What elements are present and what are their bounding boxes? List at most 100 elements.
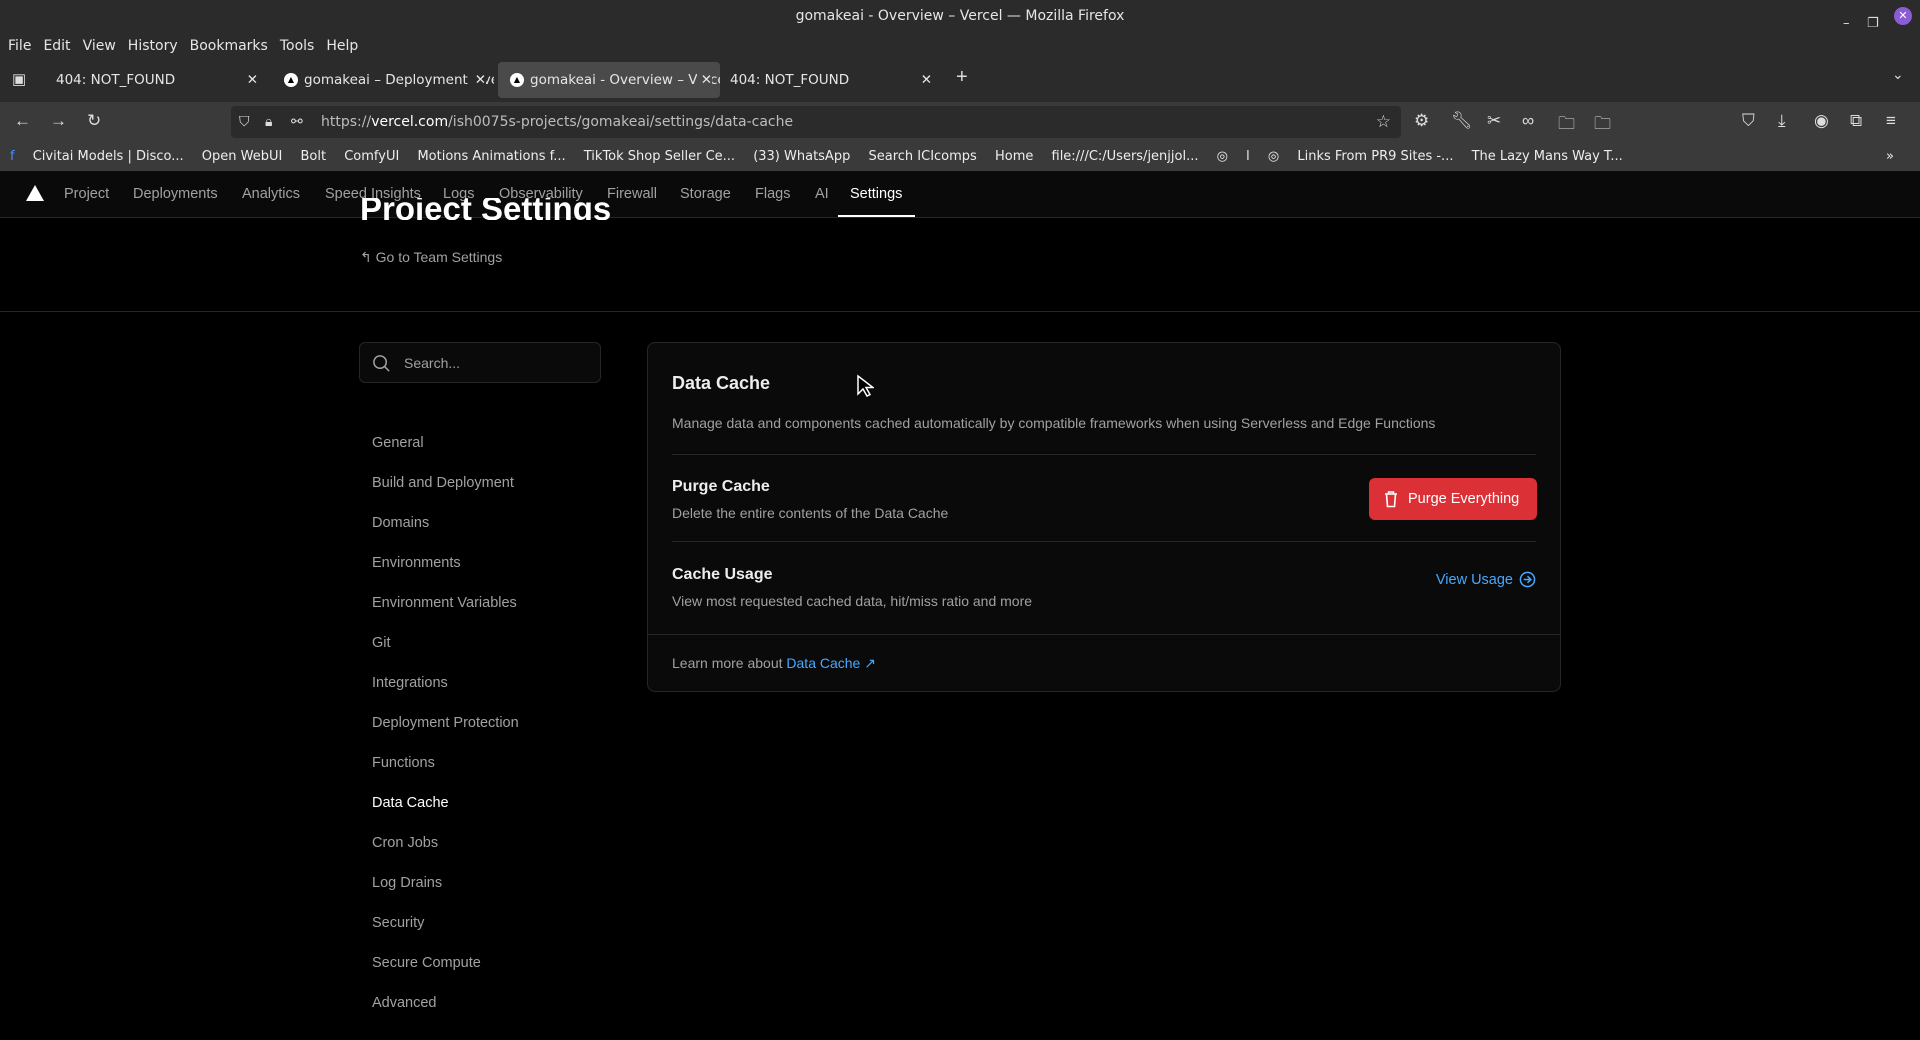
shield-icon[interactable]: ⛉ [239, 106, 250, 138]
menu-help[interactable]: Help [326, 34, 358, 58]
tab-label: gomakeai – Deployment Overview [304, 72, 494, 88]
divider [672, 454, 1536, 455]
arrow-circle-right-icon [1519, 571, 1536, 588]
vercel-favicon: ▲ [510, 73, 524, 87]
go-to-team-settings-link[interactable]: ↰ Go to Team Settings [360, 249, 502, 266]
view-usage-link[interactable]: View Usage [1436, 571, 1536, 588]
nav-analytics[interactable]: Analytics [242, 186, 300, 202]
screenshot-icon[interactable]: ✂ [1487, 111, 1501, 131]
nav-storage[interactable]: Storage [680, 186, 731, 202]
tab-label: 404: NOT_FOUND [56, 72, 176, 88]
globe-bookmark-icon[interactable]: ◎ [1268, 149, 1279, 164]
lock-icon[interactable]: 🔒︎ [265, 106, 272, 138]
bookmark[interactable]: Civitai Models | Disco... [33, 149, 184, 164]
tab-404-2[interactable]: 404: NOT_FOUND ✕ [718, 62, 940, 98]
bookmark[interactable]: Open WebUI [202, 149, 283, 164]
folder-upload-icon[interactable]: 🗀 [1558, 111, 1575, 140]
close-tab-icon[interactable]: ✕ [470, 62, 486, 98]
sidebar-item-deployment-protection[interactable]: Deployment Protection [372, 712, 519, 752]
bookmark[interactable]: ComfyUI [344, 149, 399, 164]
bookmark[interactable]: Search ICIcomps [868, 149, 976, 164]
settings-icon[interactable]: ⚙ [1414, 111, 1429, 131]
forward-icon[interactable]: → [50, 111, 67, 131]
sidebar-item-security[interactable]: Security [372, 912, 519, 952]
sidebar-item-general[interactable]: General [372, 432, 519, 472]
divider [672, 541, 1536, 542]
sidebar-item-advanced[interactable]: Advanced [372, 992, 519, 1032]
settings-search[interactable] [359, 342, 601, 383]
menu-file[interactable]: File [8, 34, 31, 58]
tab-404-1[interactable]: 404: NOT_FOUND ✕ [44, 62, 266, 98]
sidebar-item-secure-compute[interactable]: Secure Compute [372, 952, 519, 992]
sidebar-item-log-drains[interactable]: Log Drains [372, 872, 519, 912]
card-description: Manage data and components cached automa… [672, 415, 1436, 431]
bookmarks-bar: f Civitai Models | Disco... Open WebUI B… [0, 142, 1920, 171]
close-tab-icon[interactable]: ✕ [696, 62, 712, 98]
sidebar-item-environments[interactable]: Environments [372, 552, 519, 592]
pocket-icon[interactable]: ⛉ [1742, 111, 1755, 131]
facebook-bookmark[interactable]: f [10, 149, 15, 164]
menu-bookmarks[interactable]: Bookmarks [190, 34, 268, 58]
tab-overview-active[interactable]: ▲ gomakeai - Overview – Vercel ✕ [498, 62, 720, 98]
private-mode-icon[interactable]: ∞ [1522, 111, 1534, 131]
extensions-icon[interactable]: ⧉ [1850, 111, 1862, 131]
bookmark[interactable]: Bolt [300, 149, 326, 164]
nav-firewall[interactable]: Firewall [607, 186, 657, 202]
tab-overview-icon[interactable]: ▣ [12, 70, 26, 88]
cache-usage-title: Cache Usage [672, 566, 773, 583]
purge-everything-button[interactable]: Purge Everything [1369, 478, 1537, 520]
close-tab-icon[interactable]: ✕ [247, 62, 258, 98]
bookmark-star-icon[interactable]: ☆ [1376, 106, 1391, 138]
tab-bar: ▣ 404: NOT_FOUND ✕ ▲ gomakeai – Deployment… [0, 58, 1920, 102]
sidebar-item-domains[interactable]: Domains [372, 512, 519, 552]
bookmark[interactable]: Motions Animations f... [417, 149, 565, 164]
nav-ai[interactable]: AI [815, 186, 829, 202]
view-usage-label: View Usage [1435, 572, 1513, 588]
sidebar-item-data-cache[interactable]: Data Cache [372, 792, 519, 832]
globe-bookmark-icon[interactable]: ◎ [1217, 149, 1228, 164]
sidebar-item-environment-variables[interactable]: Environment Variables [372, 592, 519, 632]
youtube-bookmark[interactable]: l [1246, 149, 1250, 164]
menu-view[interactable]: View [83, 34, 116, 58]
list-tabs-icon[interactable]: ⌄ [1892, 66, 1904, 83]
back-icon[interactable]: ← [14, 111, 31, 131]
back-link-label: Go to Team Settings [375, 249, 503, 265]
more-bookmarks-icon[interactable]: » [1886, 142, 1894, 171]
sidebar-item-git[interactable]: Git [372, 632, 519, 672]
reload-icon[interactable]: ↻ [87, 111, 101, 131]
account-icon[interactable]: ◉ [1814, 111, 1829, 131]
bookmark[interactable]: TikTok Shop Seller Ce... [584, 149, 735, 164]
bookmark[interactable]: The Lazy Mans Way T... [1472, 149, 1623, 164]
bookmark[interactable]: Home [995, 149, 1033, 164]
trash-icon [1385, 491, 1397, 508]
search-input[interactable] [404, 343, 594, 382]
sidebar-item-integrations[interactable]: Integrations [372, 672, 519, 712]
bookmark[interactable]: file:///C:/Users/jenjjol... [1052, 149, 1199, 164]
bookmark[interactable]: (33) WhatsApp [753, 149, 850, 164]
sidebar-item-cron-jobs[interactable]: Cron Jobs [372, 832, 519, 872]
nav-flags[interactable]: Flags [755, 186, 790, 202]
permissions-icon[interactable]: ⚯ [291, 106, 303, 138]
data-cache-docs-link[interactable]: Data Cache ↗ [786, 655, 876, 671]
nav-deployments[interactable]: Deployments [133, 186, 218, 202]
menu-history[interactable]: History [128, 34, 178, 58]
vercel-logo-icon[interactable] [26, 185, 44, 201]
downloads-icon[interactable]: ⤓ [1778, 111, 1786, 131]
url-bar[interactable]: ⛉ 🔒︎ ⚯ https://vercel.com/ish0075s-proje… [231, 106, 1401, 138]
nav-project[interactable]: Project [64, 186, 109, 202]
hamburger-menu-icon[interactable]: ≡ [1886, 111, 1896, 131]
menu-tools[interactable]: Tools [280, 34, 315, 58]
close-tab-icon[interactable]: ✕ [921, 62, 932, 98]
folder-download-icon[interactable]: 🗀 [1594, 111, 1611, 140]
wrench-icon[interactable]: 🔧︎ [1451, 111, 1473, 131]
close-window-button[interactable]: ✕ [1894, 7, 1912, 25]
new-tab-button[interactable]: + [956, 66, 968, 89]
menu-edit[interactable]: Edit [43, 34, 70, 58]
settings-sidebar: General Build and Deployment Domains Env… [372, 432, 519, 1032]
sidebar-item-functions[interactable]: Functions [372, 752, 519, 792]
bookmark[interactable]: Links From PR9 Sites -... [1297, 149, 1453, 164]
tab-label: 404: NOT_FOUND [730, 72, 850, 88]
nav-settings[interactable]: Settings [850, 186, 902, 202]
sidebar-item-build-and-deployment[interactable]: Build and Deployment [372, 472, 519, 512]
tab-deployment[interactable]: ▲ gomakeai – Deployment Overview✕ [272, 62, 494, 98]
